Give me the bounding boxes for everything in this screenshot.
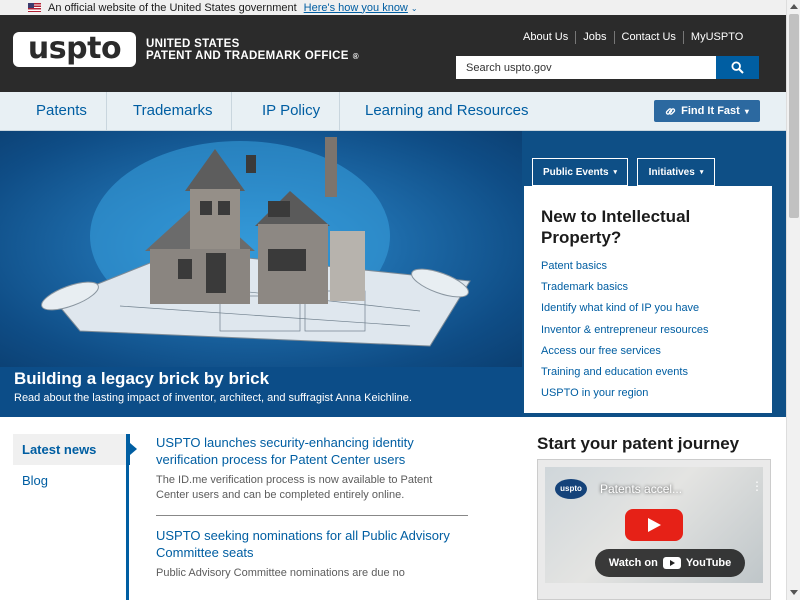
public-events-button[interactable]: Public Events ▾ xyxy=(532,158,628,186)
agency-line-2: PATENT AND TRADEMARK OFFICE xyxy=(146,50,349,62)
jobs-link[interactable]: Jobs xyxy=(579,31,610,44)
news-item-title[interactable]: USPTO seeking nominations for all Public… xyxy=(156,527,468,561)
inventor-resources-link[interactable]: Inventor & entrepreneur resources xyxy=(541,320,755,341)
trademark-basics-link[interactable]: Trademark basics xyxy=(541,277,755,298)
hero-title[interactable]: Building a legacy brick by brick xyxy=(14,369,269,389)
tab-rail xyxy=(126,434,129,600)
watch-on-youtube-button[interactable]: Watch on YouTube xyxy=(595,549,745,577)
news-item-title[interactable]: USPTO launches security-enhancing identi… xyxy=(156,434,468,468)
nav-ip-policy[interactable]: IP Policy xyxy=(243,92,341,130)
news-item-body: The ID.me verification process is now av… xyxy=(156,474,433,501)
training-events-link[interactable]: Training and education events xyxy=(541,362,755,383)
nav-trademarks[interactable]: Trademarks xyxy=(114,92,233,130)
news-item-body: Public Advisory Committee nominations ar… xyxy=(156,567,405,579)
main-nav: Patents Trademarks IP Policy Learning an… xyxy=(0,92,786,131)
uspto-region-link[interactable]: USPTO in your region xyxy=(541,383,755,404)
search-input[interactable] xyxy=(456,56,717,79)
identify-ip-link[interactable]: Identify what kind of IP you have xyxy=(541,298,755,319)
scroll-up-arrow-icon[interactable] xyxy=(790,4,798,9)
house-illustration xyxy=(41,137,471,347)
news-item: USPTO launches security-enhancing identi… xyxy=(156,434,468,502)
tab-latest-news[interactable]: Latest news xyxy=(13,434,137,465)
news-list: USPTO launches security-enhancing identi… xyxy=(156,434,468,581)
page-scrollbar[interactable] xyxy=(786,0,800,600)
hero-image[interactable] xyxy=(0,131,522,371)
agency-name: UNITED STATES PATENT AND TRADEMARK OFFIC… xyxy=(146,38,359,63)
chevron-down-icon: ⌄ xyxy=(410,3,418,13)
myuspto-link[interactable]: MyUSPTO xyxy=(687,31,747,44)
gov-banner-text: An official website of the United States… xyxy=(48,1,297,14)
scroll-down-arrow-icon[interactable] xyxy=(790,590,798,595)
public-events-label: Public Events xyxy=(542,166,609,178)
find-it-fast-button[interactable]: Find It Fast ▾ xyxy=(654,100,760,122)
link-icon xyxy=(665,107,676,115)
hero-subtitle: Read about the lasting impact of invento… xyxy=(14,392,412,404)
panel-title: New to Intellectual Property? xyxy=(541,207,691,247)
tab-blog[interactable]: Blog xyxy=(13,465,130,497)
utility-separator xyxy=(682,31,684,44)
youtube-label: YouTube xyxy=(685,557,732,569)
heres-how-you-know-label: Here's how you know xyxy=(303,1,408,14)
hero-section: Building a legacy brick by brick Read ab… xyxy=(0,131,786,417)
caret-down-icon: ▾ xyxy=(699,169,704,176)
about-us-link[interactable]: About Us xyxy=(519,31,572,44)
youtube-icon xyxy=(662,557,681,569)
registered-mark: ® xyxy=(352,52,359,61)
search-button[interactable] xyxy=(716,56,759,79)
play-button[interactable] xyxy=(625,509,683,541)
agency-line-1: UNITED STATES xyxy=(146,38,240,50)
more-options-icon[interactable]: ⋮ xyxy=(751,479,763,493)
free-services-link[interactable]: Access our free services xyxy=(541,341,755,362)
search-icon xyxy=(731,61,744,74)
utility-separator xyxy=(575,31,577,44)
site-header: uspto UNITED STATES PATENT AND TRADEMARK… xyxy=(0,15,786,92)
patent-basics-link[interactable]: Patent basics xyxy=(541,256,755,277)
watch-on-label: Watch on xyxy=(608,557,658,569)
news-tabs: Latest news Blog xyxy=(13,434,137,497)
utility-nav: About Us Jobs Contact Us MyUSPTO xyxy=(519,31,747,44)
scrollbar-thumb[interactable] xyxy=(789,14,799,218)
us-flag-icon xyxy=(28,3,41,12)
uspto-logo[interactable]: uspto xyxy=(13,32,136,67)
utility-separator xyxy=(613,31,615,44)
find-it-fast-label: Find It Fast xyxy=(681,105,740,117)
initiatives-label: Initiatives xyxy=(648,166,695,178)
video-title[interactable]: Patents accel... xyxy=(600,482,682,496)
news-divider xyxy=(156,515,468,516)
news-item: USPTO seeking nominations for all Public… xyxy=(156,527,468,581)
gov-banner: An official website of the United States… xyxy=(0,0,786,15)
channel-avatar[interactable]: uspto xyxy=(555,479,587,499)
nav-patents[interactable]: Patents xyxy=(17,92,107,130)
initiatives-button[interactable]: Initiatives ▾ xyxy=(637,158,715,186)
caret-down-icon: ▾ xyxy=(744,106,749,116)
heres-how-you-know-link[interactable]: Here's how you know ⌄ xyxy=(304,2,418,14)
caret-down-icon: ▾ xyxy=(613,169,618,176)
nav-learning-resources[interactable]: Learning and Resources xyxy=(346,92,547,130)
video-player[interactable]: uspto Patents accel... ⋮ Watch on YouTub… xyxy=(545,467,763,583)
new-to-ip-panel: New to Intellectual Property? Patent bas… xyxy=(524,186,772,413)
contact-us-link[interactable]: Contact Us xyxy=(618,31,680,44)
patent-journey-title: Start your patent journey xyxy=(537,434,740,453)
